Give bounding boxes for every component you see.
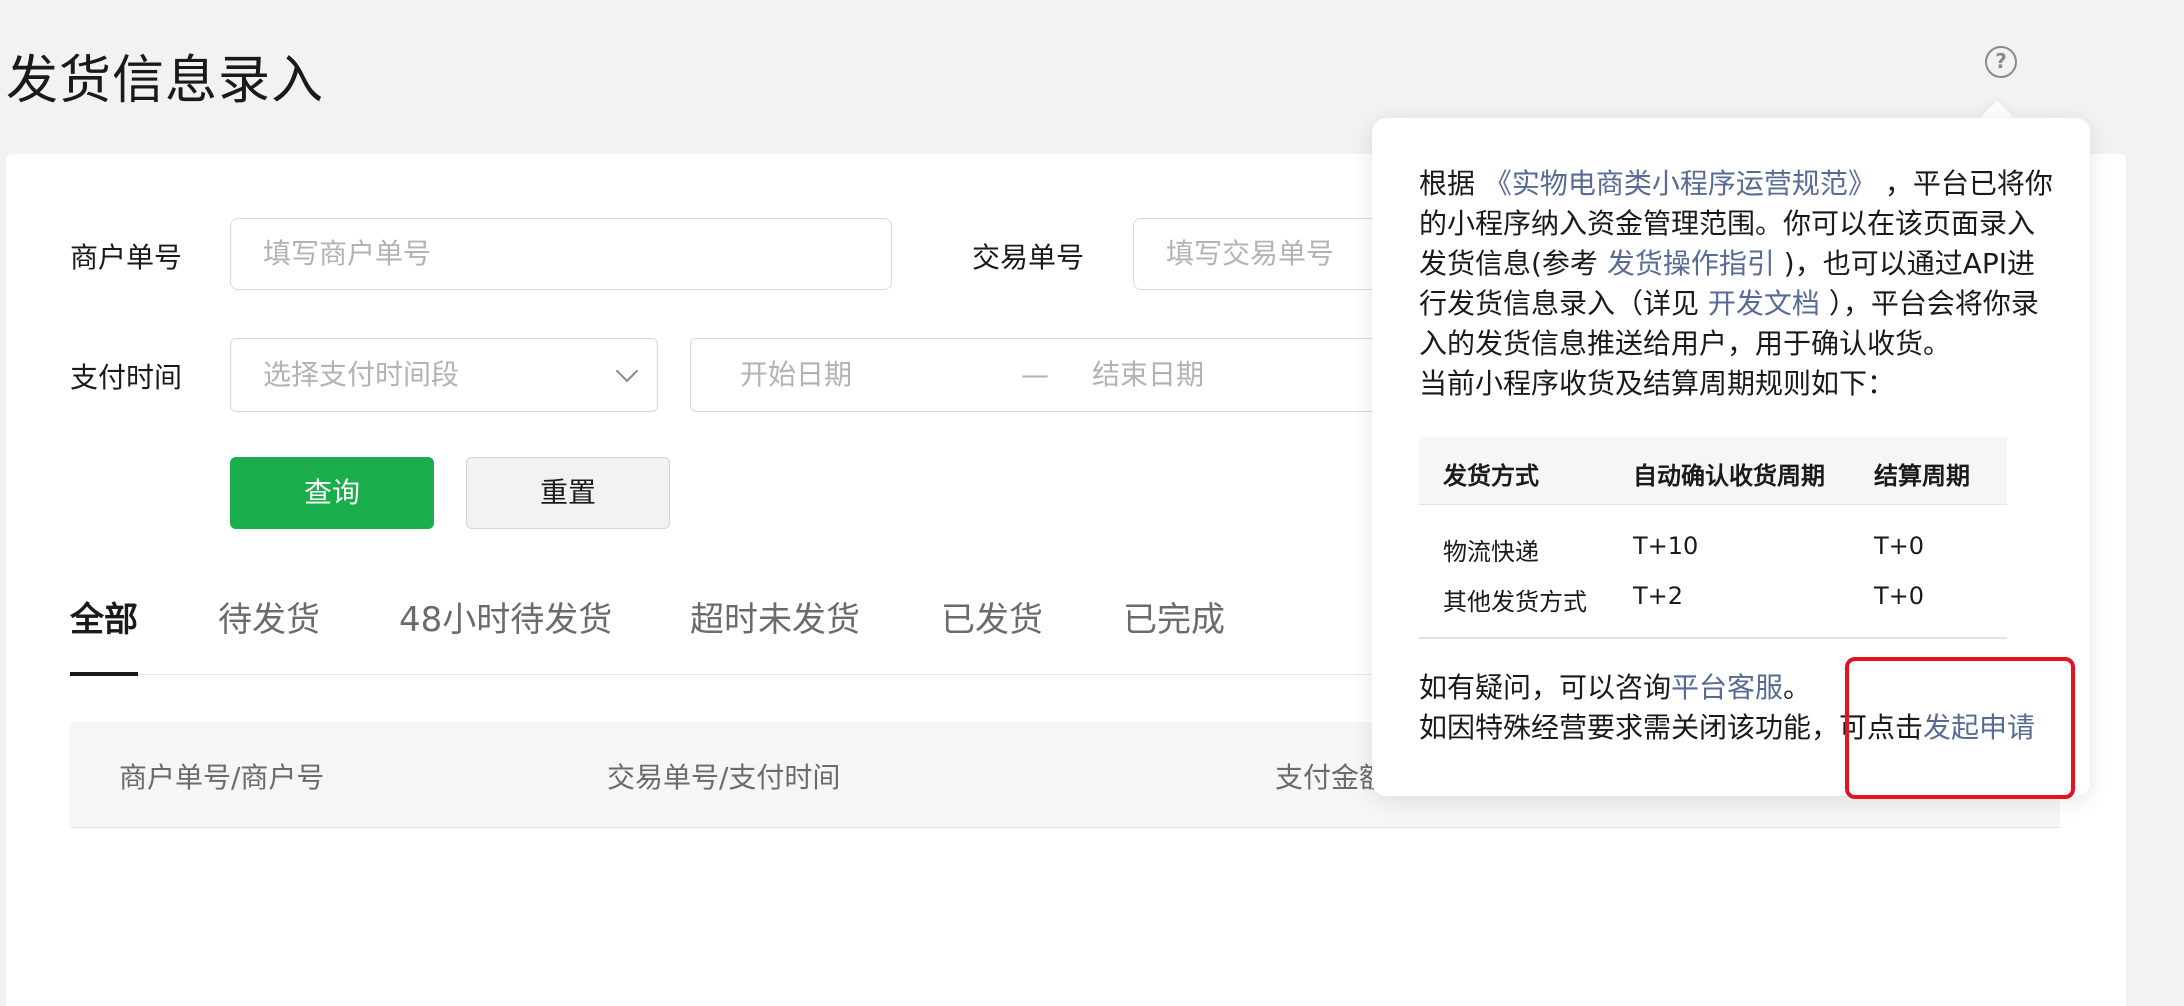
rules-row-cell: 物流快递 (1443, 538, 1539, 566)
rules-header-confirm: 自动确认收货周期 (1633, 462, 1825, 490)
tab-all[interactable]: 全部 (70, 592, 138, 641)
page: 发货信息录入 ? 商户单号 填写商户单号 交易单号 填写交易单号 支付时间 选择… (0, 0, 2184, 1006)
rules-row-cell: 其他发货方式 (1443, 588, 1587, 616)
column-header-trade: 交易单号/支付时间 (607, 761, 841, 794)
highlight-annotation (1845, 657, 2075, 799)
rules-row-cell: T+0 (1874, 582, 1925, 610)
regulation-link[interactable]: 《实物电商类小程序运营规范》 (1484, 167, 1876, 200)
column-header-merchant: 商户单号/商户号 (119, 761, 325, 794)
footer-text: 如有疑问，可以咨询 (1419, 671, 1672, 704)
rules-table-divider (1419, 637, 2007, 639)
date-separator: — (1021, 358, 1049, 391)
pay-time-select[interactable]: 选择支付时间段 (230, 338, 658, 412)
rules-header-method: 发货方式 (1443, 462, 1539, 490)
merchant-order-label: 商户单号 (70, 241, 183, 274)
help-icon[interactable]: ? (1985, 46, 2017, 78)
rules-row-cell: T+10 (1633, 532, 1699, 560)
rules-header-settle: 结算周期 (1874, 462, 1970, 490)
rules-row-cell: T+0 (1874, 532, 1925, 560)
end-date-field[interactable]: 结束日期 (1092, 339, 1204, 410)
column-header-amount: 支付金额 (1275, 761, 1378, 794)
merchant-order-input[interactable]: 填写商户单号 (230, 218, 892, 290)
shipping-guide-link[interactable]: 发货操作指引 (1607, 247, 1775, 280)
query-button[interactable]: 查询 (230, 457, 434, 529)
rules-row-cell: T+2 (1633, 582, 1684, 610)
footer-text: 。 (1783, 671, 1812, 704)
pay-time-label: 支付时间 (70, 361, 183, 394)
pay-time-select-text: 选择支付时间段 (263, 358, 460, 391)
trade-order-label: 交易单号 (972, 241, 1085, 274)
tab-pending-shipment[interactable]: 待发货 (218, 592, 320, 641)
date-range-picker[interactable]: 开始日期 — 结束日期 (690, 338, 1390, 412)
popover-description: 根据 《实物电商类小程序运营规范》 ，平台已将你的小程序纳入资金管理范围。你可以… (1419, 164, 2059, 404)
chevron-down-icon (615, 359, 639, 383)
customer-service-link[interactable]: 平台客服 (1671, 671, 1783, 704)
tab-48h-pending[interactable]: 48小时待发货 (399, 592, 612, 641)
active-tab-indicator (70, 672, 138, 676)
tab-shipped[interactable]: 已发货 (941, 592, 1043, 641)
rules-table-header: 发货方式 自动确认收货周期 结算周期 (1419, 437, 2007, 505)
reset-button[interactable]: 重置 (466, 457, 670, 529)
page-title: 发货信息录入 (6, 51, 325, 111)
tab-completed[interactable]: 已完成 (1123, 592, 1225, 641)
tab-overdue[interactable]: 超时未发货 (690, 592, 860, 641)
rules-intro: 当前小程序收货及结算周期规则如下： (1419, 367, 1896, 400)
start-date-field[interactable]: 开始日期 (740, 339, 852, 410)
dev-docs-link[interactable]: 开发文档 (1708, 287, 1820, 320)
popover-text: 根据 (1419, 167, 1476, 200)
